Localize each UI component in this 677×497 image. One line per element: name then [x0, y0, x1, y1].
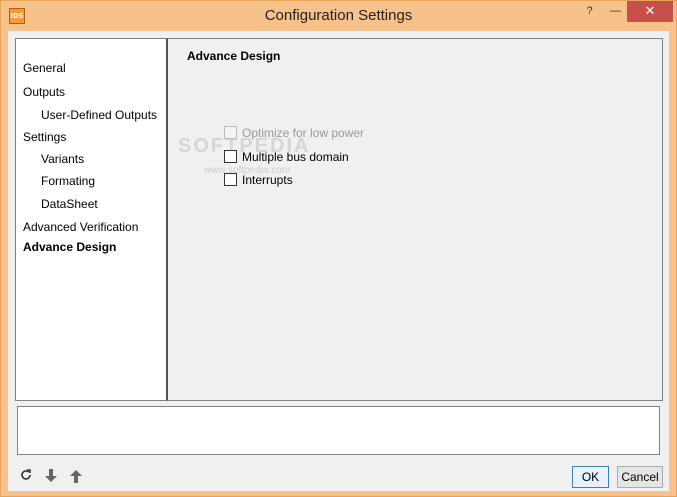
help-button[interactable]: ?	[576, 1, 603, 22]
nav-item-advance-design[interactable]: Advance Design	[23, 240, 116, 254]
optimize-low-power-checkbox[interactable]: Optimize for low power	[224, 126, 364, 140]
refresh-icon[interactable]	[17, 468, 35, 486]
ok-button[interactable]: OK	[572, 466, 609, 488]
resize-grip[interactable]: ⋰	[660, 481, 668, 489]
download-icon[interactable]	[42, 468, 60, 486]
nav-item-datasheet[interactable]: DataSheet	[41, 197, 98, 211]
configuration-settings-window: IDS Configuration Settings ? — ✕ General…	[0, 0, 677, 497]
client-area: General Outputs User-Defined Outputs Set…	[8, 31, 669, 491]
nav-item-general[interactable]: General	[23, 61, 66, 75]
settings-panel: Advance Design SOFTPEDIA www.softpedia.c…	[166, 38, 663, 401]
upload-icon[interactable]	[67, 468, 85, 486]
checkbox-label: Multiple bus domain	[242, 150, 349, 164]
checkbox-box[interactable]	[224, 150, 237, 163]
settings-navigation-tree: General Outputs User-Defined Outputs Set…	[15, 38, 167, 401]
checkbox-label: Optimize for low power	[242, 126, 365, 140]
minimize-button[interactable]: —	[602, 1, 629, 22]
checkbox-box[interactable]	[224, 173, 237, 186]
interrupts-checkbox[interactable]: Interrupts	[224, 173, 293, 187]
nav-item-advanced-verification[interactable]: Advanced Verification	[23, 220, 138, 234]
window-title: Configuration Settings	[264, 7, 413, 24]
nav-item-settings[interactable]: Settings	[23, 130, 66, 144]
checkbox-label: Interrupts	[242, 173, 293, 187]
nav-item-formating[interactable]: Formating	[41, 174, 95, 188]
cancel-button[interactable]: Cancel	[617, 466, 663, 488]
title-bar[interactable]: IDS Configuration Settings ? — ✕	[1, 1, 676, 31]
close-button[interactable]: ✕	[627, 1, 673, 22]
nav-item-variants[interactable]: Variants	[41, 152, 84, 166]
panel-title: Advance Design	[187, 49, 281, 63]
checkbox-box[interactable]	[224, 126, 237, 139]
multiple-bus-domain-checkbox[interactable]: Multiple bus domain	[224, 150, 349, 164]
nav-item-outputs[interactable]: Outputs	[23, 85, 65, 99]
nav-item-user-defined-outputs[interactable]: User-Defined Outputs	[41, 108, 157, 122]
description-box	[17, 406, 660, 455]
